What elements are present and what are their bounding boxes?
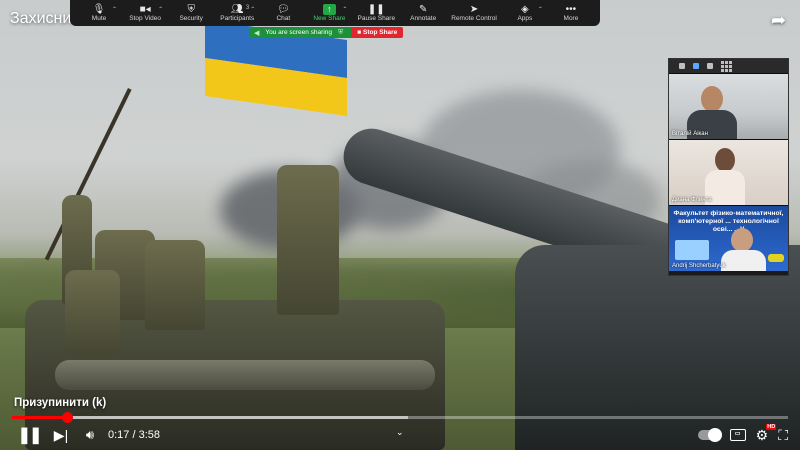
virtual-background-text: Факультет фізико-математичної, комп'ютер… bbox=[673, 210, 784, 233]
player-controls: ❚❚ ▶| 🔊︎ 0:17 / 3:58 ▭ ⚙ HD ⛶ bbox=[0, 420, 800, 450]
stop-video-label: Stop Video bbox=[129, 14, 161, 22]
time-display: 0:17 / 3:58 bbox=[108, 429, 160, 441]
pause-button[interactable]: ❚❚ bbox=[12, 421, 46, 449]
subtitles-button[interactable]: ▭ bbox=[729, 429, 746, 441]
cursor-icon: ➤ bbox=[469, 3, 479, 15]
participant-body bbox=[721, 250, 766, 271]
soldier-figure bbox=[145, 240, 205, 330]
chevron-up-icon[interactable]: ⌃ bbox=[538, 7, 543, 13]
stop-share-label: Stop Share bbox=[362, 29, 398, 36]
soldier-figure bbox=[277, 165, 339, 315]
participant-tile[interactable]: Диана Флинта bbox=[669, 139, 788, 205]
speaker-view-icon[interactable] bbox=[693, 63, 699, 69]
skip-next-icon: ▶| bbox=[53, 426, 69, 443]
participant-face bbox=[701, 86, 723, 112]
participant-tile[interactable]: Віталій Аікан bbox=[669, 73, 788, 139]
new-share-button[interactable]: ↑ New Share ⌃ bbox=[311, 3, 347, 23]
remote-control-button[interactable]: ➤ Remote Control bbox=[451, 4, 497, 23]
stop-share-button[interactable]: ■ Stop Share bbox=[351, 27, 404, 38]
participant-face bbox=[715, 148, 735, 172]
participants-button[interactable]: 👥︎ Participants 3 ⌃ bbox=[219, 4, 255, 23]
chat-icon: 💬︎ bbox=[276, 3, 290, 15]
chat-label: Chat bbox=[276, 14, 291, 22]
fullscreen-button[interactable]: ⛶ bbox=[778, 427, 788, 444]
subtitles-icon: ▭ bbox=[734, 431, 741, 437]
sharing-status[interactable]: ◀ You are screen sharing ⛨ bbox=[250, 27, 352, 38]
autoplay-toggle[interactable] bbox=[697, 428, 722, 442]
tank-barrel bbox=[55, 360, 435, 390]
shield-icon: ⛨ bbox=[187, 3, 195, 15]
security-button[interactable]: ⛨ Security bbox=[173, 4, 209, 23]
chat-button[interactable]: 💬︎ Chat bbox=[265, 4, 301, 23]
pause-icon: ❚❚ bbox=[17, 427, 43, 444]
sharing-status-text: You are screen sharing bbox=[265, 29, 332, 36]
fullscreen-icon: ⛶ bbox=[778, 426, 788, 443]
participant-name: Andrij Shcherbatyuk bbox=[672, 263, 726, 269]
screen-sharing-indicator: ◀ You are screen sharing ⛨ ■ Stop Share bbox=[250, 27, 404, 38]
video-title[interactable]: Захисник bbox=[10, 10, 78, 28]
participants-count: 3 bbox=[245, 4, 250, 11]
participant-name: Віталій Аікан bbox=[672, 131, 708, 137]
background-graphic bbox=[675, 240, 709, 260]
chevron-up-icon[interactable]: ⌃ bbox=[158, 7, 163, 13]
volume-button[interactable]: 🔊︎ bbox=[76, 421, 104, 449]
annotate-label: Annotate bbox=[410, 14, 437, 22]
pause-icon: ❚❚ bbox=[367, 3, 385, 15]
more-label: More bbox=[563, 14, 579, 22]
played-bar bbox=[12, 416, 68, 419]
share-arrow-icon[interactable]: ➦ bbox=[771, 10, 786, 31]
video-camera-icon: ■◂ bbox=[139, 3, 151, 15]
participants-label: Participants bbox=[220, 14, 255, 22]
quality-badge: HD bbox=[766, 423, 777, 430]
play-pause-tooltip: Призупинити (k) bbox=[14, 397, 107, 409]
participants-icon: 👥︎ bbox=[230, 3, 244, 15]
shield-icon: ⛨ bbox=[338, 28, 344, 36]
pencil-icon: ✎ bbox=[418, 3, 428, 15]
participant-face bbox=[731, 228, 753, 252]
pause-share-label: Pause Share bbox=[357, 14, 396, 22]
player-right-controls: ▭ ⚙ HD ⛶ bbox=[697, 423, 788, 444]
pause-share-button[interactable]: ❚❚ Pause Share bbox=[358, 4, 396, 23]
participant-tile[interactable]: Факультет фізико-математичної, комп'ютер… bbox=[669, 205, 788, 271]
sharing-dot-icon: ◀ bbox=[254, 29, 260, 37]
participants-video-panel[interactable]: Віталій Аікан Диана Флинта Факультет фіз… bbox=[668, 58, 789, 276]
panel-view-controls bbox=[669, 59, 788, 73]
background-graphic bbox=[768, 254, 784, 262]
strip-view-icon[interactable] bbox=[707, 63, 713, 69]
chevron-up-icon[interactable]: ⌃ bbox=[250, 7, 255, 13]
mute-button[interactable]: 🎙︎ Mute ⌃ bbox=[81, 4, 117, 23]
settings-button[interactable]: ⚙ HD bbox=[756, 423, 777, 444]
share-screen-icon: ↑ bbox=[322, 3, 336, 15]
soldier-figure bbox=[65, 270, 120, 355]
video-progress-bar[interactable] bbox=[12, 412, 788, 423]
volume-icon: 🔊︎ bbox=[85, 427, 95, 442]
remote-control-label: Remote Control bbox=[451, 14, 497, 22]
security-label: Security bbox=[179, 14, 203, 22]
next-video-button[interactable]: ▶| bbox=[46, 421, 76, 449]
minimize-icon[interactable] bbox=[679, 63, 685, 69]
mute-label: Mute bbox=[91, 14, 107, 22]
gallery-view-icon[interactable] bbox=[721, 60, 732, 72]
more-icon: ••• bbox=[565, 3, 577, 15]
apps-button[interactable]: ◈ Apps ⌃ bbox=[507, 3, 543, 23]
zoom-meeting-toolbar: 🎙︎ Mute ⌃ ■◂ Stop Video ⌃ ⛨ Security 👥︎ … bbox=[70, 0, 600, 26]
participant-name: Диана Флинта bbox=[672, 197, 712, 203]
chevron-up-icon[interactable]: ⌃ bbox=[112, 7, 117, 13]
chevron-up-icon[interactable]: ⌃ bbox=[342, 7, 347, 13]
more-button[interactable]: ••• More bbox=[553, 4, 589, 23]
microphone-icon: 🎙︎ bbox=[92, 3, 106, 15]
apps-label: Apps bbox=[517, 14, 533, 22]
stop-video-button[interactable]: ■◂ Stop Video ⌃ bbox=[127, 4, 163, 23]
new-share-label: New Share bbox=[313, 14, 346, 22]
annotate-button[interactable]: ✎ Annotate bbox=[405, 4, 441, 23]
apps-icon: ◈ bbox=[521, 3, 529, 15]
